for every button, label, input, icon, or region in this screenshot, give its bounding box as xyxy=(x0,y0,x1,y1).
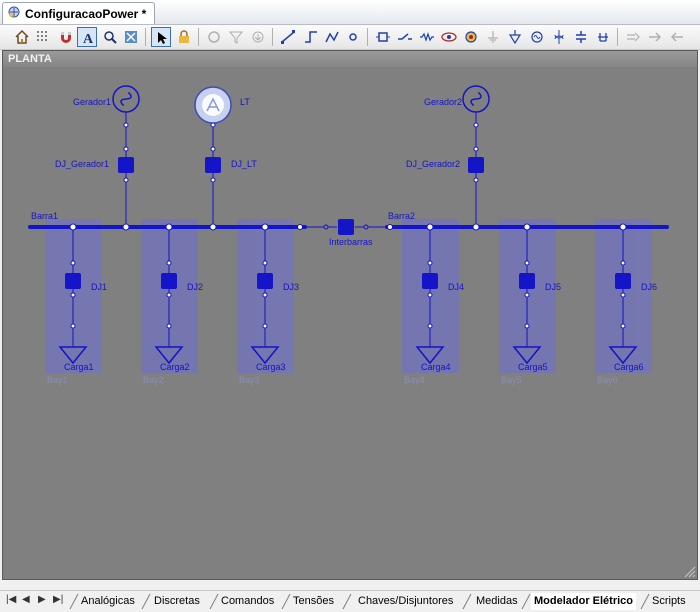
single-line-diagram[interactable]: Bay1 Bay2 Bay3 Bay4 Bay5 Bay6 Barra1 Bar… xyxy=(3,67,697,579)
generator-icon[interactable] xyxy=(527,27,547,47)
breaker-dj-gerador2[interactable] xyxy=(468,157,484,173)
app-document-icon xyxy=(7,5,21,22)
eye-icon[interactable] xyxy=(439,27,459,47)
breaker-dj6[interactable] xyxy=(615,273,631,289)
bay-6-label: Bay6 xyxy=(597,375,618,385)
tab-modelador-eletrico[interactable]: Modelador Elétrico xyxy=(531,593,637,610)
ground-icon[interactable] xyxy=(483,27,503,47)
tab-discretas[interactable]: Discretas xyxy=(154,593,200,610)
bay-2-label: Bay2 xyxy=(143,375,164,385)
dj4-label: DJ4 xyxy=(448,282,464,292)
breaker-icon[interactable] xyxy=(373,27,393,47)
dj-lt-label: DJ_LT xyxy=(231,159,257,169)
home-icon[interactable] xyxy=(12,27,32,47)
transmission-line-lt[interactable] xyxy=(194,86,232,124)
carga5-label: Carga5 xyxy=(518,362,548,372)
generator-2[interactable] xyxy=(462,85,490,113)
dj5-label: DJ5 xyxy=(545,282,561,292)
breaker-dj2[interactable] xyxy=(161,273,177,289)
dj2-label: DJ2 xyxy=(187,282,203,292)
editor-toolbar: A xyxy=(0,25,700,50)
magnet-icon[interactable] xyxy=(56,27,76,47)
carga1-label: Carga1 xyxy=(64,362,94,372)
breaker-dj-lt[interactable] xyxy=(205,157,221,173)
download-icon[interactable] xyxy=(248,27,268,47)
sheet-tab-bar: |◀ ◀ ▶ ▶| Analógicas Discretas Comandos … xyxy=(0,590,700,612)
barra2-label: Barra2 xyxy=(388,211,415,221)
generator-1[interactable] xyxy=(112,85,140,113)
node-icon[interactable] xyxy=(343,27,363,47)
tab-analogicas[interactable]: Analógicas xyxy=(81,593,135,610)
interbarras-breaker[interactable] xyxy=(338,219,354,235)
breaker-dj1[interactable] xyxy=(65,273,81,289)
curve-icon[interactable] xyxy=(322,27,342,47)
lt-label: LT xyxy=(240,97,250,107)
breaker-dj-gerador1[interactable] xyxy=(118,157,134,173)
bay-5-label: Bay5 xyxy=(501,375,522,385)
filter-icon[interactable] xyxy=(226,27,246,47)
circle-icon[interactable] xyxy=(204,27,224,47)
load-icon[interactable] xyxy=(505,27,525,47)
carga3-label: Carga3 xyxy=(256,362,286,372)
gerador2-label: Gerador2 xyxy=(424,97,462,107)
busbar-icon[interactable] xyxy=(571,27,591,47)
carga4-label: Carga4 xyxy=(421,362,451,372)
bay-4-label: Bay4 xyxy=(404,375,425,385)
resistor-icon[interactable] xyxy=(417,27,437,47)
gerador1-label: Gerador1 xyxy=(73,97,111,107)
bay-3-label: Bay3 xyxy=(239,375,260,385)
dj-gerador1-label: DJ_Gerador1 xyxy=(55,159,109,169)
diagram-canvas[interactable]: PLANTA Bay1 Bay2 Bay3 Bay4 Bay5 Bay6 Bar… xyxy=(2,50,698,580)
dj3-label: DJ3 xyxy=(283,282,299,292)
carga6-label: Carga6 xyxy=(614,362,644,372)
switch-icon[interactable] xyxy=(395,27,415,47)
text-icon[interactable]: A xyxy=(77,27,97,47)
document-tab[interactable]: ConfiguracaoPower * xyxy=(2,2,156,24)
transformer-icon[interactable] xyxy=(549,27,569,47)
breaker-dj4[interactable] xyxy=(422,273,438,289)
svg-text:A: A xyxy=(83,32,94,46)
step-line-icon[interactable] xyxy=(301,27,321,47)
resize-grip-icon[interactable] xyxy=(684,566,696,578)
zoom-icon[interactable] xyxy=(100,27,120,47)
tab-medidas[interactable]: Medidas xyxy=(476,593,518,610)
canvas-title: PLANTA xyxy=(3,51,697,67)
interbarras-label: Interbarras xyxy=(329,237,373,247)
barra1-label: Barra1 xyxy=(31,211,58,221)
breaker-dj3[interactable] xyxy=(257,273,273,289)
document-tab-title: ConfiguracaoPower * xyxy=(25,6,147,21)
breaker-dj5[interactable] xyxy=(519,273,535,289)
pointer-icon[interactable] xyxy=(151,27,171,47)
capacitor-icon[interactable] xyxy=(593,27,613,47)
tab-tensoes[interactable]: Tensões xyxy=(293,593,334,610)
carga2-label: Carga2 xyxy=(160,362,190,372)
lock-icon[interactable] xyxy=(174,27,194,47)
document-tab-bar: ConfiguracaoPower * xyxy=(0,0,700,25)
bay-1-label: Bay1 xyxy=(47,375,68,385)
dj-gerador2-label: DJ_Gerador2 xyxy=(406,159,460,169)
dj1-label: DJ1 xyxy=(91,282,107,292)
arrow-right-icon[interactable] xyxy=(645,27,665,47)
tab-scripts[interactable]: Scripts xyxy=(652,593,686,610)
arrow-group-icon[interactable] xyxy=(623,27,643,47)
arrow-left-icon[interactable] xyxy=(667,27,687,47)
fit-icon[interactable] xyxy=(121,27,141,47)
dj6-label: DJ6 xyxy=(641,282,657,292)
source-icon[interactable] xyxy=(461,27,481,47)
line-icon[interactable] xyxy=(278,27,298,47)
tab-chaves-disjuntores[interactable]: Chaves/Disjuntores xyxy=(358,593,453,610)
tab-comandos[interactable]: Comandos xyxy=(221,593,274,610)
grid-icon[interactable] xyxy=(33,27,53,47)
